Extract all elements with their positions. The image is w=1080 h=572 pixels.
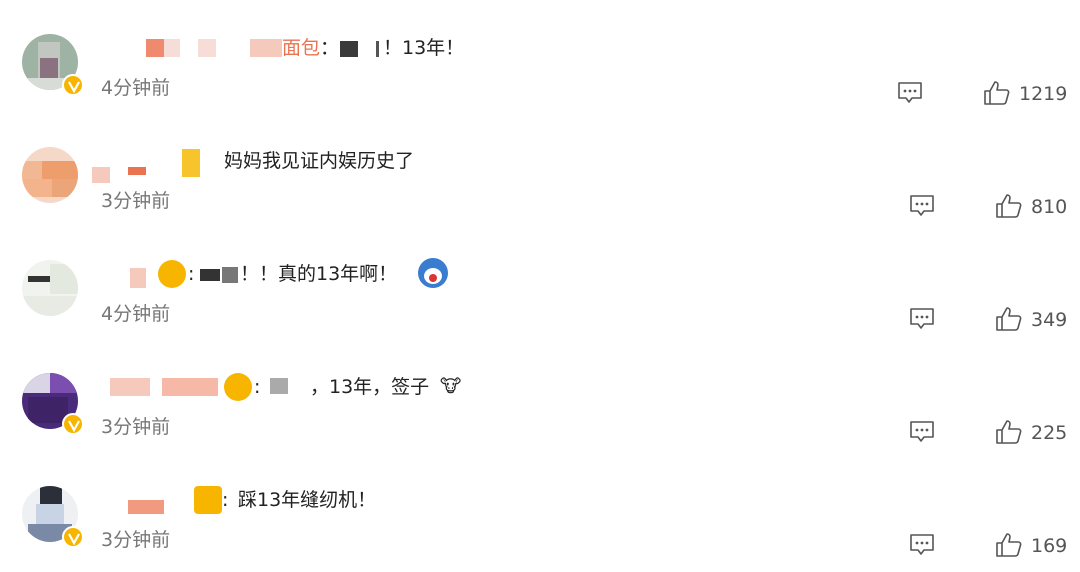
reply-button[interactable] bbox=[897, 81, 925, 111]
like-button[interactable]: 1219 bbox=[983, 80, 1073, 110]
thumbs-up-icon bbox=[984, 81, 1010, 105]
comment-bubble-icon bbox=[910, 195, 934, 216]
masked-username[interactable] bbox=[130, 268, 146, 288]
avatar[interactable] bbox=[22, 260, 78, 316]
comment-bubble-icon bbox=[910, 534, 934, 555]
timestamp: 3分钟前 bbox=[101, 529, 171, 551]
thumbs-up-icon bbox=[996, 533, 1022, 557]
comment-item: 面包 ： ！13年！ 4分钟前 1219 bbox=[0, 34, 1080, 147]
masked-username[interactable] bbox=[128, 500, 164, 514]
comment-text: 妈妈我见证内娱历史了 bbox=[224, 150, 415, 172]
comment-item: : ！！真的13年啊！ 4分钟前 349 bbox=[0, 258, 1080, 373]
masked-username[interactable] bbox=[92, 167, 110, 183]
like-count: 1219 bbox=[1019, 83, 1068, 105]
cow-emoji-icon: 🐮 bbox=[440, 376, 462, 397]
reply-button[interactable] bbox=[909, 533, 937, 563]
comment-text: 踩13年缝纫机！ bbox=[238, 489, 377, 511]
verified-badge-icon bbox=[62, 413, 84, 435]
comment-text: ！13年！ bbox=[383, 37, 465, 59]
like-count: 810 bbox=[1031, 196, 1068, 218]
like-count: 225 bbox=[1031, 422, 1068, 444]
thumbs-up-icon bbox=[996, 194, 1022, 218]
like-button[interactable]: 169 bbox=[995, 532, 1075, 562]
fan-badge-icon bbox=[224, 373, 252, 401]
comment-bubble-icon bbox=[910, 308, 934, 329]
fan-badge-icon bbox=[158, 260, 186, 288]
timestamp: 3分钟前 bbox=[101, 416, 171, 438]
like-button[interactable]: 225 bbox=[995, 419, 1075, 449]
reply-button[interactable] bbox=[909, 420, 937, 450]
timestamp: 3分钟前 bbox=[101, 190, 171, 212]
separator: ： bbox=[320, 37, 340, 59]
reply-button[interactable] bbox=[909, 194, 937, 224]
fan-badge-icon bbox=[194, 486, 222, 514]
comment-item: : 踩13年缝纫机！ 3分钟前 169 bbox=[0, 486, 1080, 572]
masked-username[interactable] bbox=[110, 378, 150, 396]
fan-badge-icon bbox=[182, 149, 200, 177]
comment-item: 妈妈我见证内娱历史了 3分钟前 810 bbox=[0, 147, 1080, 260]
comment-bubble-icon bbox=[898, 82, 922, 103]
timestamp: 4分钟前 bbox=[101, 77, 171, 99]
comment-text: ！！真的13年啊！ bbox=[240, 263, 398, 285]
verified-badge-icon bbox=[62, 74, 84, 96]
thumbs-up-icon bbox=[996, 307, 1022, 331]
comment-item: : ，13年，签子 🐮 3分钟前 225 bbox=[0, 373, 1080, 486]
comment-text: ，13年，签子 bbox=[310, 376, 430, 398]
timestamp: 4分钟前 bbox=[101, 303, 171, 325]
comment-bubble-icon bbox=[910, 421, 934, 442]
like-count: 349 bbox=[1031, 309, 1068, 331]
like-button[interactable]: 349 bbox=[995, 306, 1075, 336]
like-button[interactable]: 810 bbox=[995, 193, 1075, 223]
avatar[interactable] bbox=[22, 147, 78, 203]
verified-badge-icon bbox=[62, 526, 84, 548]
masked-username[interactable] bbox=[146, 39, 164, 57]
doraemon-emoji-icon bbox=[418, 258, 448, 288]
thumbs-up-icon bbox=[996, 420, 1022, 444]
reply-button[interactable] bbox=[909, 307, 937, 337]
username-tail[interactable]: 面包 bbox=[282, 34, 320, 62]
like-count: 169 bbox=[1031, 535, 1068, 557]
